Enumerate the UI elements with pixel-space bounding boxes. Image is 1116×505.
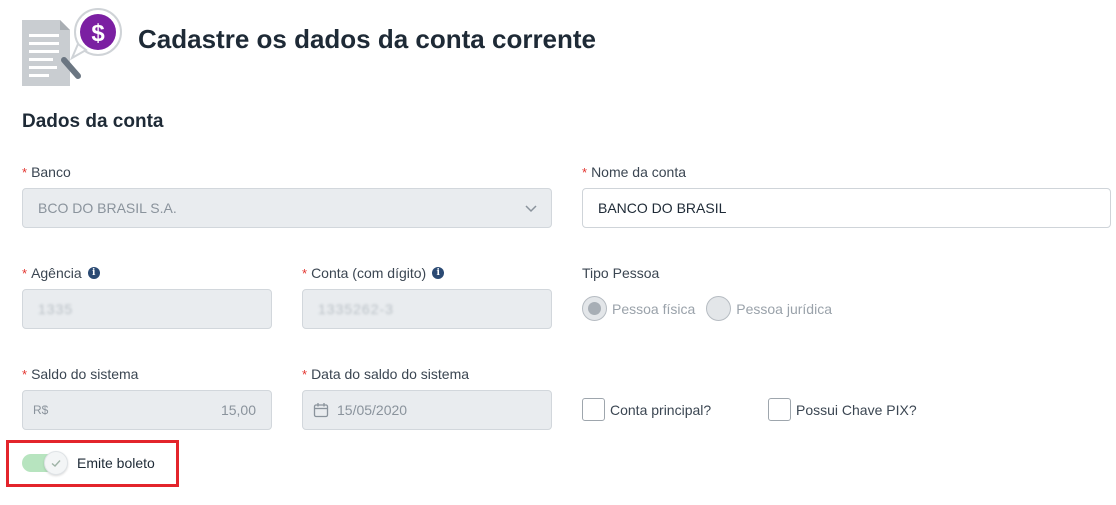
section-title: Dados da conta bbox=[22, 111, 164, 132]
info-icon[interactable]: i bbox=[87, 267, 100, 279]
conta-input[interactable]: 1335262-3 bbox=[302, 289, 552, 329]
currency-prefix: R$ bbox=[33, 403, 49, 417]
svg-text:$: $ bbox=[91, 20, 105, 47]
required-marker: * bbox=[302, 265, 308, 281]
conta-value: 1335262-3 bbox=[318, 301, 394, 317]
required-marker: * bbox=[22, 265, 28, 281]
saldo-value: 15,00 bbox=[220, 402, 256, 418]
required-marker: * bbox=[582, 164, 588, 180]
emite-boleto-label: Emite boleto bbox=[77, 455, 155, 471]
emite-boleto-toggle[interactable] bbox=[22, 451, 68, 475]
data-saldo-label: * Data do saldo do sistema bbox=[302, 366, 469, 382]
conta-principal-label: Conta principal? bbox=[610, 401, 712, 418]
conta-label-text: Conta (com dígito) bbox=[311, 265, 427, 281]
conta-principal-checkbox[interactable] bbox=[582, 398, 605, 421]
calendar-icon bbox=[313, 403, 329, 418]
conta-principal-option: Conta principal? bbox=[582, 398, 711, 421]
data-saldo-label-text: Data do saldo do sistema bbox=[311, 366, 470, 382]
agencia-label-text: Agência bbox=[31, 265, 82, 281]
banco-label: * Banco bbox=[22, 164, 71, 180]
tipo-pessoa-label: Tipo Pessoa bbox=[582, 265, 659, 281]
chevron-down-icon bbox=[525, 205, 537, 213]
tipo-pessoa-radio-group: Pessoa física Pessoa jurídica bbox=[582, 296, 843, 321]
chave-pix-label: Possui Chave PIX? bbox=[796, 401, 917, 418]
data-saldo-value: 15/05/2020 bbox=[337, 402, 408, 418]
required-marker: * bbox=[22, 164, 28, 180]
check-icon bbox=[51, 460, 61, 467]
conta-label: * Conta (com dígito) i bbox=[302, 265, 445, 281]
banco-select-value: BCO DO BRASIL S.A. bbox=[38, 200, 177, 216]
banco-select[interactable]: BCO DO BRASIL S.A. bbox=[22, 188, 552, 228]
saldo-input[interactable]: R$ 15,00 bbox=[22, 390, 272, 430]
data-saldo-input[interactable]: 15/05/2020 bbox=[302, 390, 552, 430]
nome-conta-value: BANCO DO BRASIL bbox=[598, 200, 727, 216]
pessoa-juridica-label: Pessoa jurídica bbox=[736, 300, 832, 317]
required-marker: * bbox=[22, 366, 28, 382]
chave-pix-checkbox[interactable] bbox=[768, 398, 791, 421]
nome-conta-label: * Nome da conta bbox=[582, 164, 686, 180]
pessoa-fisica-label: Pessoa física bbox=[612, 300, 696, 317]
page-title: Cadastre os dados da conta corrente bbox=[138, 24, 597, 54]
document-money-search-icon: $ bbox=[20, 4, 124, 88]
pessoa-juridica-radio[interactable] bbox=[706, 296, 732, 321]
pessoa-fisica-radio[interactable] bbox=[582, 296, 607, 321]
page-header: $ bbox=[20, 4, 124, 88]
chave-pix-option: Possui Chave PIX? bbox=[768, 398, 917, 421]
tipo-pessoa-label-text: Tipo Pessoa bbox=[582, 265, 660, 281]
info-icon[interactable]: i bbox=[432, 267, 445, 279]
nome-conta-label-text: Nome da conta bbox=[591, 164, 687, 180]
required-marker: * bbox=[302, 366, 308, 382]
toggle-knob bbox=[44, 451, 68, 475]
nome-conta-input[interactable]: BANCO DO BRASIL bbox=[582, 188, 1111, 228]
agencia-label: * Agência i bbox=[22, 265, 100, 281]
saldo-label: * Saldo do sistema bbox=[22, 366, 138, 382]
agencia-input[interactable]: 1335 bbox=[22, 289, 272, 329]
saldo-label-text: Saldo do sistema bbox=[31, 366, 139, 382]
banco-label-text: Banco bbox=[31, 164, 71, 180]
agencia-value: 1335 bbox=[38, 301, 74, 317]
